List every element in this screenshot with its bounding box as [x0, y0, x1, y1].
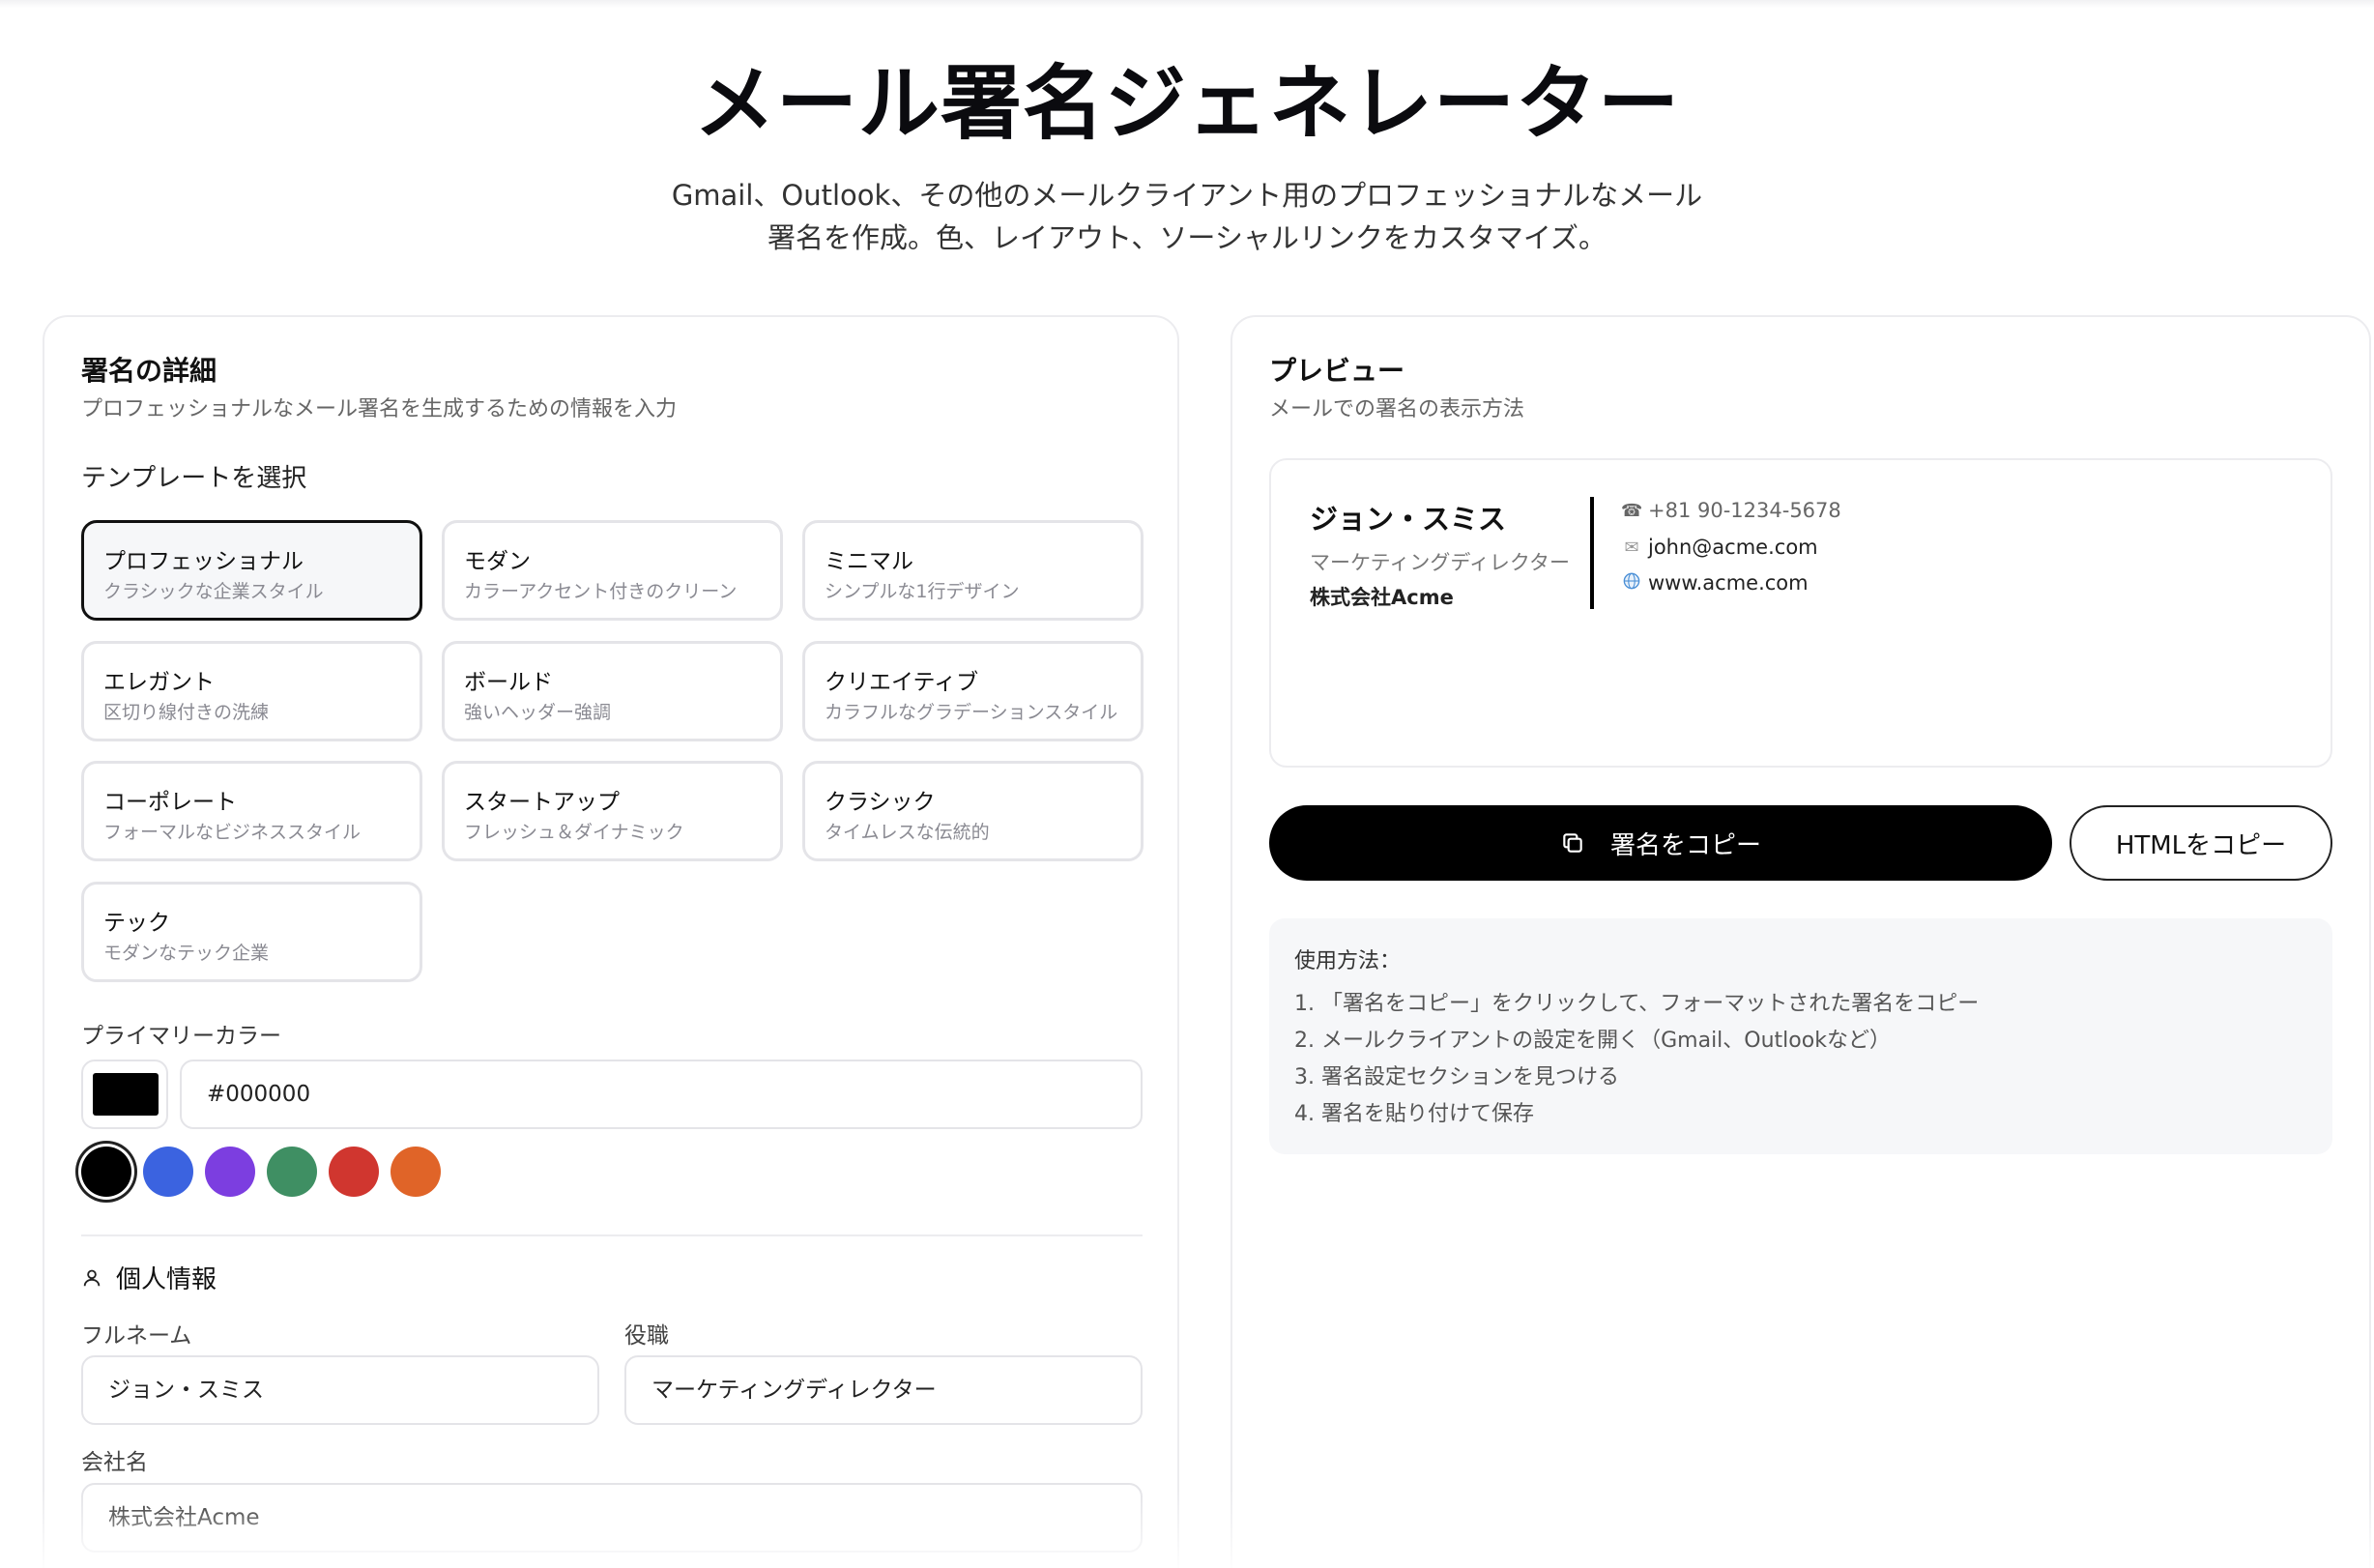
company-input[interactable]: 株式会社Acme	[81, 1483, 1143, 1553]
color-preset-green[interactable]	[267, 1147, 317, 1197]
color-picker[interactable]	[81, 1060, 168, 1129]
top-shade	[0, 0, 2374, 8]
template-desc: フォーマルなビジネススタイル	[103, 822, 362, 843]
signature-website: www.acme.com	[1648, 571, 1809, 595]
section-divider	[81, 1234, 1143, 1236]
globe-icon	[1621, 572, 1642, 595]
personal-info-label: 個人情報	[116, 1265, 217, 1294]
template-desc: モダンなテック企業	[103, 943, 270, 964]
how-to-title: 使用方法：	[1294, 949, 1402, 973]
how-to-panel: 使用方法： 1. 「署名をコピー」をクリックして、フォーマットされた署名をコピー…	[1269, 918, 2332, 1154]
hex-color-input[interactable]: #000000	[180, 1060, 1143, 1129]
template-desc: 区切り線付きの洗練	[103, 702, 270, 723]
signature-preview: ジョン・スミス マーケティングディレクター 株式会社Acme ☎ +81 90-…	[1269, 458, 2332, 768]
color-preset-blue[interactable]	[143, 1147, 193, 1197]
template-desc: タイムレスな伝統的	[825, 822, 990, 843]
how-to-step: 2. メールクライアントの設定を開く（Gmail、Outlookなど）	[1294, 1029, 1891, 1053]
copy-icon	[1563, 833, 1582, 853]
template-elegant[interactable]: エレガント 区切り線付きの洗練	[81, 641, 422, 741]
template-name: モダン	[464, 549, 531, 574]
template-label: テンプレートを選択	[81, 464, 307, 493]
template-minimal[interactable]: ミニマル シンプルな1行デザイン	[802, 520, 1144, 621]
page-subtitle: Gmail、Outlook、その他のメールクライアント用のプロフェッショナルなメ…	[671, 179, 1703, 254]
details-description: プロフェッショナルなメール署名を生成するための情報を入力	[81, 397, 678, 421]
phone-icon: ☎	[1621, 500, 1643, 521]
preview-title: プレビュー	[1269, 355, 1405, 387]
template-name: ボールド	[464, 670, 553, 695]
page-header: メール署名ジェネレーター Gmail、Outlook、その他のメールクライアント…	[0, 50, 2374, 259]
role-label: 役職	[624, 1323, 669, 1349]
template-name: テック	[103, 911, 170, 936]
fullname-input[interactable]: ジョン・スミス	[81, 1355, 599, 1425]
signature-email: john@acme.com	[1648, 536, 1818, 559]
color-preset-black[interactable]	[81, 1147, 131, 1197]
color-preset-red[interactable]	[329, 1147, 379, 1197]
personal-info-heading: 個人情報	[81, 1260, 217, 1295]
signature-email-line: ✉ john@acme.com	[1621, 536, 1818, 559]
template-creative[interactable]: クリエイティブ カラフルなグラデーションスタイル	[802, 641, 1144, 741]
user-icon	[83, 1269, 101, 1286]
copy-signature-label: 署名をコピー	[1609, 830, 1761, 860]
signature-phone-line: ☎ +81 90-1234-5678	[1621, 499, 1841, 522]
signature-name: ジョン・スミス	[1310, 503, 1507, 536]
color-swatch	[93, 1073, 159, 1116]
signature-phone: +81 90-1234-5678	[1648, 499, 1841, 522]
template-name: クリエイティブ	[825, 670, 979, 695]
signature-company: 株式会社Acme	[1310, 586, 1454, 609]
preview-description: メールでの署名の表示方法	[1269, 397, 1525, 421]
template-bold[interactable]: ボールド 強いヘッダー強調	[442, 641, 783, 741]
company-label: 会社名	[81, 1450, 148, 1475]
template-desc: シンプルな1行デザイン	[825, 581, 1020, 602]
how-to-step: 4. 署名を貼り付けて保存	[1294, 1102, 1534, 1126]
signature-divider	[1590, 497, 1594, 609]
template-name: クラシック	[825, 790, 936, 815]
template-desc: クラシックな企業スタイル	[103, 581, 324, 602]
template-name: プロフェッショナル	[103, 549, 304, 574]
template-desc: フレッシュ＆ダイナミック	[464, 822, 684, 843]
how-to-step: 3. 署名設定セクションを見つける	[1294, 1065, 1619, 1089]
template-classic[interactable]: クラシック タイムレスな伝統的	[802, 761, 1144, 861]
role-input[interactable]: マーケティングディレクター	[624, 1355, 1143, 1425]
template-corporate[interactable]: コーポレート フォーマルなビジネススタイル	[81, 761, 422, 861]
template-desc: 強いヘッダー強調	[464, 702, 612, 723]
how-to-step: 1. 「署名をコピー」をクリックして、フォーマットされた署名をコピー	[1294, 992, 1980, 1016]
preview-card: プレビュー メールでの署名の表示方法 ジョン・スミス マーケティングディレクター…	[1230, 315, 2371, 1568]
copy-signature-button[interactable]: 署名をコピー	[1269, 805, 2052, 881]
template-tech[interactable]: テック モダンなテック企業	[81, 882, 422, 982]
signature-website-line: www.acme.com	[1621, 571, 1809, 595]
details-title: 署名の詳細	[81, 355, 217, 387]
copy-html-button[interactable]: HTMLをコピー	[2070, 805, 2332, 881]
template-name: エレガント	[103, 670, 215, 695]
template-modern[interactable]: モダン カラーアクセント付きのクリーン	[442, 520, 783, 621]
signature-details-card: 署名の詳細 プロフェッショナルなメール署名を生成するための情報を入力 テンプレー…	[43, 315, 1179, 1568]
template-name: ミニマル	[825, 549, 913, 574]
template-desc: カラフルなグラデーションスタイル	[825, 702, 1118, 723]
color-preset-orange[interactable]	[391, 1147, 441, 1197]
mail-icon: ✉	[1624, 537, 1639, 558]
signature-role: マーケティングディレクター	[1310, 551, 1571, 574]
template-name: コーポレート	[103, 790, 237, 815]
template-startup[interactable]: スタートアップ フレッシュ＆ダイナミック	[442, 761, 783, 861]
primary-color-label: プライマリーカラー	[81, 1024, 281, 1049]
template-name: スタートアップ	[464, 790, 620, 815]
template-desc: カラーアクセント付きのクリーン	[464, 581, 738, 602]
template-professional[interactable]: プロフェッショナル クラシックな企業スタイル	[81, 520, 422, 621]
color-preset-purple[interactable]	[205, 1147, 255, 1197]
page-title: メール署名ジェネレーター	[693, 56, 1680, 151]
fullname-label: フルネーム	[81, 1323, 192, 1349]
